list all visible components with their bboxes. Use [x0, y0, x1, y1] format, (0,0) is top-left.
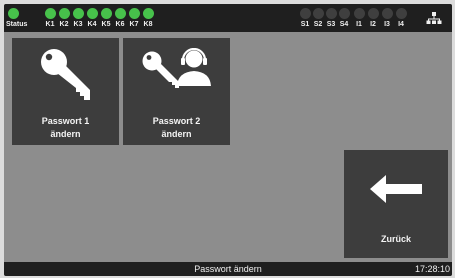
arrow-left-icon	[370, 175, 422, 203]
s3-label: S3	[326, 21, 336, 28]
i1-label: I1	[356, 21, 362, 28]
k7-label: K7	[129, 21, 139, 28]
headset-user-icon	[177, 48, 211, 86]
k2-label: K2	[59, 21, 69, 28]
k4-led	[87, 8, 98, 19]
s4-label: S4	[339, 21, 349, 28]
i1-led	[354, 8, 365, 19]
i4-label: I4	[398, 21, 404, 28]
k5-label: K5	[101, 21, 111, 28]
s2-label: S2	[313, 21, 323, 28]
s3-led	[326, 8, 337, 19]
status-label: Status	[6, 21, 28, 28]
i4-led	[396, 8, 407, 19]
k8-label: K8	[143, 21, 153, 28]
k6-led	[115, 8, 126, 19]
tile-label-line2: ändern	[161, 129, 192, 139]
bottom-bar: Passwort ändern 17:28:10	[4, 262, 452, 276]
k3-led	[73, 8, 84, 19]
clock: 17:28:10	[414, 264, 450, 274]
k4-label: K4	[87, 21, 97, 28]
k7-led	[129, 8, 140, 19]
s1-led	[300, 8, 311, 19]
i2-led	[368, 8, 379, 19]
k3-label: K3	[73, 21, 83, 28]
s2-led	[313, 8, 324, 19]
tile-label-line2: ändern	[50, 129, 81, 139]
back-label: Zurück	[380, 234, 411, 244]
tile-label-line1: Passwort 2	[152, 116, 201, 126]
s4-led	[339, 8, 350, 19]
i2-label: I2	[370, 21, 376, 28]
k6-label: K6	[115, 21, 125, 28]
network-icon	[426, 12, 442, 24]
i3-led	[382, 8, 393, 19]
k5-led	[101, 8, 112, 19]
tile-label-line1: Passwort 1	[41, 116, 90, 126]
change-password-1-button[interactable]: Passwort 1 ändern	[12, 38, 119, 145]
page-title: Passwort ändern	[194, 264, 262, 274]
k8-led	[143, 8, 154, 19]
i3-label: I3	[384, 21, 390, 28]
k1-led	[45, 8, 56, 19]
back-button[interactable]: Zurück	[344, 150, 448, 258]
s1-label: S1	[300, 21, 310, 28]
k1-label: K1	[45, 21, 55, 28]
status-bar: Status K1 K2 K3 K4 K5 K6 K7 K8 S1 S2 S3 …	[4, 4, 452, 32]
k2-led	[59, 8, 70, 19]
status-led	[8, 8, 19, 19]
touch-screen: Status K1 K2 K3 K4 K5 K6 K7 K8 S1 S2 S3 …	[4, 4, 452, 276]
key-icon	[41, 49, 90, 100]
change-password-2-button[interactable]: Passwort 2 ändern	[123, 38, 230, 145]
